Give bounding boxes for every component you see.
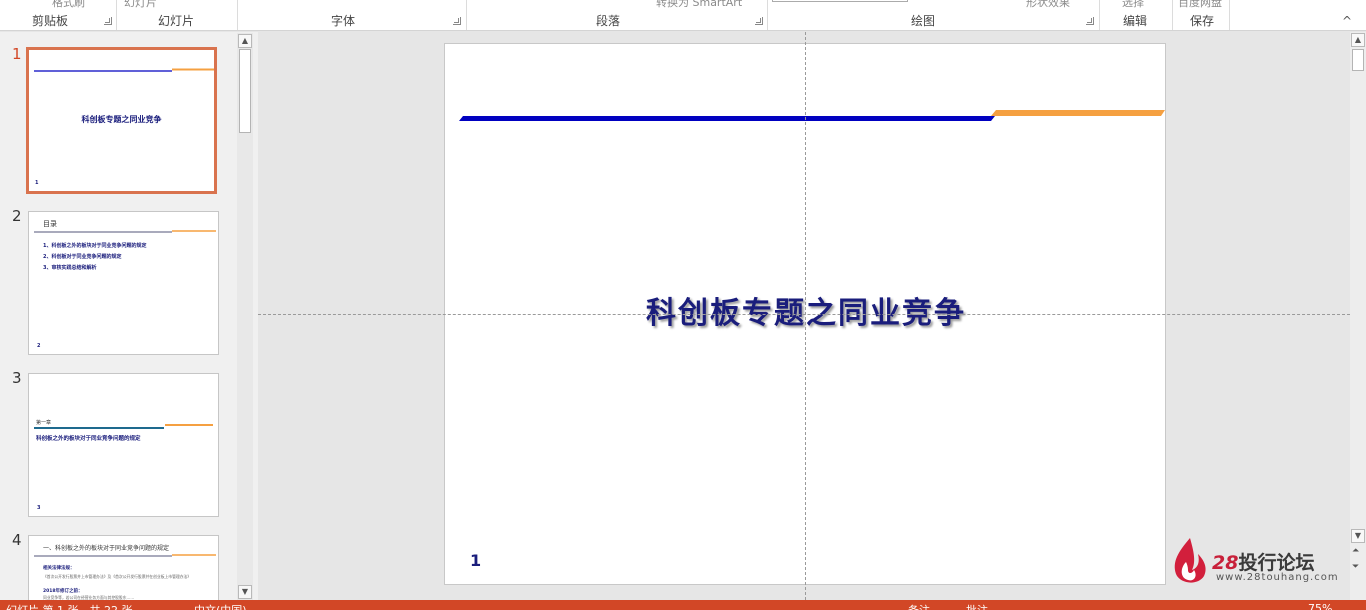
format-painter-button[interactable]: 格式刷: [52, 0, 85, 10]
group-separator: [466, 0, 467, 30]
toc-item: 3、审核实践总结和解析: [43, 265, 97, 271]
watermark-title: 28投行论坛: [1212, 548, 1314, 575]
new-slide-button[interactable]: 幻灯片: [124, 0, 157, 10]
thumbnail-page-number: 1: [35, 180, 39, 186]
thumbnail-subheading: 相关法律法规：: [43, 566, 75, 571]
thumbnail-number: 3: [12, 369, 22, 387]
drawing-launcher-icon[interactable]: [1086, 17, 1094, 25]
toc-item: 1、科创板之外的板块对于同业竞争问题的规定: [43, 243, 147, 249]
convert-smartart-button[interactable]: 转换为 SmartArt: [656, 0, 742, 10]
comments-button[interactable]: 批注: [966, 602, 988, 610]
slide-thumbnail-3[interactable]: 第一章 科创板之外的板块对于同业竞争问题的规定 3: [28, 373, 219, 517]
watermark-number: 28: [1212, 552, 1239, 574]
notes-button[interactable]: 备注: [908, 602, 930, 610]
slide-thumbnail-2[interactable]: 目录 1、科创板之外的板块对于同业竞争问题的规定 2、科创板对于同业竞争问题的规…: [28, 211, 219, 355]
thumbnail-toc: 1、科创板之外的板块对于同业竞争问题的规定 2、科创板对于同业竞争问题的规定 3…: [43, 241, 146, 274]
scroll-down-icon[interactable]: ▼: [1351, 529, 1365, 543]
group-separator: [767, 0, 768, 30]
previous-slide-icon[interactable]: ⏶: [1352, 546, 1359, 556]
thumbnail-page-number: 3: [37, 505, 41, 511]
scroll-up-icon[interactable]: ▲: [1351, 33, 1365, 47]
watermark-url: www.28touhang.com: [1216, 572, 1339, 583]
group-separator: [1229, 0, 1230, 30]
powerpoint-window: 格式刷 幻灯片 转换为 SmartArt 形状效果 选择 百度网盘 剪贴板 幻灯…: [0, 0, 1366, 610]
thumbnail-number: 4: [12, 531, 22, 549]
forum-watermark: 28投行论坛 www.28touhang.com: [1170, 536, 1346, 586]
scrollbar-thumb[interactable]: [1352, 49, 1364, 71]
group-paragraph-label: 段落: [596, 14, 621, 28]
group-separator: [1099, 0, 1100, 30]
watermark-name: 投行论坛: [1238, 552, 1315, 574]
thumbnail-title: 科创板之外的板块对于同业竞争问题的规定: [36, 436, 141, 442]
thumbnail-decor-lines: [34, 230, 216, 233]
clipboard-launcher-icon[interactable]: [104, 17, 112, 25]
font-launcher-icon[interactable]: [453, 17, 461, 25]
collapse-ribbon-icon[interactable]: ^: [1342, 14, 1352, 28]
thumbnail-page-number: 2: [37, 343, 41, 349]
group-save-label: 保存: [1190, 14, 1215, 28]
group-separator: [116, 0, 117, 30]
slide-page-number[interactable]: 1: [470, 551, 481, 570]
ribbon: 格式刷 幻灯片 转换为 SmartArt 形状效果 选择 百度网盘 剪贴板 幻灯…: [0, 0, 1366, 31]
group-font-label: 字体: [331, 14, 356, 28]
flame-logo-icon: [1174, 538, 1206, 583]
paragraph-launcher-icon[interactable]: [755, 17, 763, 25]
thumbnail-decor-lines: [34, 424, 213, 429]
status-bar: 幻灯片 第 1 张，共 22 张 中文(中国) 备注 批注 75%: [0, 600, 1366, 610]
next-slide-icon[interactable]: ⏷: [1352, 562, 1359, 572]
scroll-down-icon[interactable]: ▼: [238, 585, 252, 599]
thumbnail-number: 1: [12, 45, 22, 63]
slide-count-status[interactable]: 幻灯片 第 1 张，共 22 张: [6, 602, 132, 610]
slide-thumbnail-4[interactable]: 一、科创板之外的板块对于同业竞争问题的规定 相关法律法规： 《首次公开发行股票并…: [28, 535, 219, 605]
language-status[interactable]: 中文(中国): [194, 602, 247, 610]
thumbnail-number: 2: [12, 207, 22, 225]
group-slides-label: 幻灯片: [158, 14, 195, 28]
shape-effects-button[interactable]: 形状效果: [1026, 0, 1070, 10]
thumbnail-text-line: 《首次公开发行股票并上市管理办法》及《首次公开发行股票并在创业板上市管理办法》: [43, 574, 192, 579]
group-separator: [1172, 0, 1173, 30]
thumbnail-text-line: 2018年修订之前：: [43, 589, 83, 594]
thumbnail-scrollbar[interactable]: ▲ ▼: [237, 33, 253, 600]
group-separator: [237, 0, 238, 30]
toc-item: 2、科创板对于同业竞争问题的规定: [43, 254, 122, 260]
horizontal-guide[interactable]: [258, 314, 1350, 315]
slide-title[interactable]: 科创板专题之同业竞争: [445, 288, 1167, 332]
group-clipboard-label: 剪贴板: [32, 14, 69, 28]
scrollbar-thumb[interactable]: [239, 49, 251, 133]
group-drawing-label: 绘图: [911, 14, 936, 28]
slide-thumbnail-1[interactable]: 科创板专题之同业竞争 1: [26, 47, 217, 194]
thumbnail-title: 科创板专题之同业竞争: [81, 114, 162, 124]
group-editing-label: 编辑: [1123, 14, 1148, 28]
baidu-netdisk-button[interactable]: 百度网盘: [1178, 0, 1222, 10]
scroll-up-icon[interactable]: ▲: [238, 34, 252, 48]
editor-scrollbar[interactable]: ▲ ▼ ⏶ ⏷: [1350, 32, 1366, 600]
zoom-level[interactable]: 75%: [1308, 602, 1332, 610]
shape-style-box[interactable]: [772, 0, 908, 2]
vertical-guide[interactable]: [805, 32, 806, 600]
select-button[interactable]: 选择: [1122, 0, 1144, 10]
